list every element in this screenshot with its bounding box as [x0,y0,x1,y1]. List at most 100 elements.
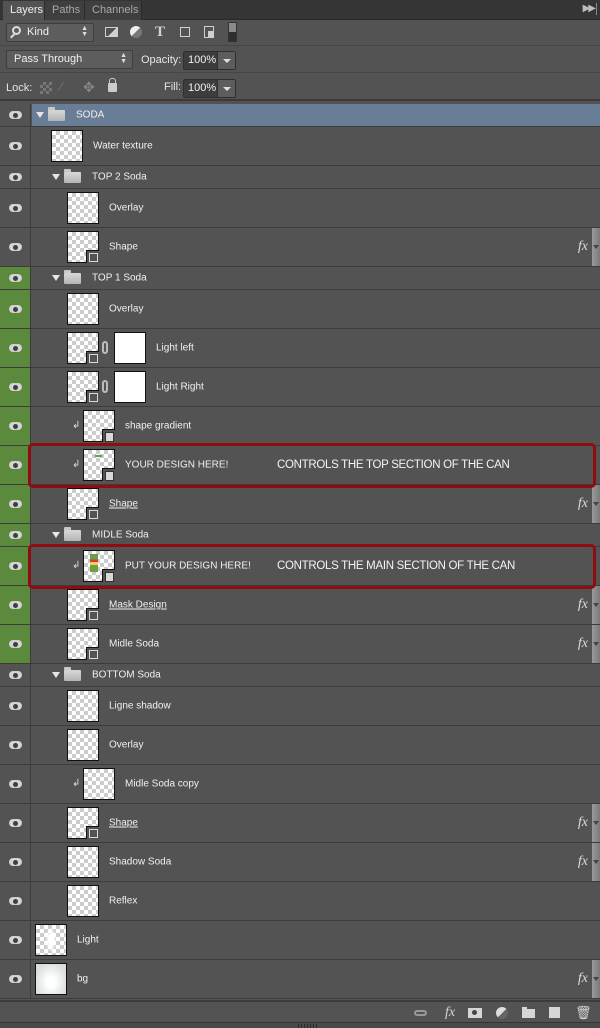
disclosure-triangle-icon[interactable] [52,532,60,538]
effects-expand-toggle[interactable] [592,228,600,266]
adjustment-layer-filter-icon[interactable] [128,24,144,40]
layer-name[interactable]: Shape [109,818,138,829]
fill-field[interactable]: 100% [183,79,236,98]
chevron-down-icon[interactable] [217,52,235,69]
layer-effects-icon[interactable]: fx [578,854,588,870]
visibility-toggle[interactable] [0,586,31,624]
tab-channels[interactable]: Channels [85,1,142,20]
layer-name[interactable]: TOP 1 Soda [92,273,147,284]
opacity-field[interactable]: 100% [183,51,236,70]
layer-row[interactable]: Light left [0,329,600,368]
layer-name[interactable]: TOP 2 Soda [92,172,147,183]
layer-name[interactable]: bg [77,974,88,985]
layer-group-row[interactable]: TOP 2 Soda [0,166,600,189]
new-adjustment-layer-icon[interactable] [496,1006,510,1020]
layer-row[interactable]: Ligne shadow [0,687,600,726]
visibility-toggle[interactable] [0,804,31,842]
add-layer-style-icon[interactable]: fx [441,1006,459,1020]
layer-name[interactable]: Light Right [156,382,204,393]
effects-expand-toggle[interactable] [592,586,600,624]
layer-row[interactable]: Light [0,921,600,960]
lock-all-icon[interactable] [108,78,117,92]
visibility-toggle[interactable] [0,228,31,266]
visibility-toggle[interactable] [0,664,31,686]
layer-name[interactable]: Mask Design [109,600,167,611]
visibility-toggle[interactable] [0,882,31,920]
layer-row[interactable]: ↲ YOUR DESIGN HERE! CONTROLS THE TOP SEC… [0,446,600,485]
layer-name[interactable]: Light [77,935,99,946]
visibility-toggle[interactable] [0,625,31,663]
layer-name[interactable]: Midle Soda copy [125,779,199,790]
layer-name[interactable]: PUT YOUR DESIGN HERE! [125,561,251,572]
disclosure-triangle-icon[interactable] [52,174,60,180]
visibility-toggle[interactable] [0,485,31,523]
resize-bar[interactable] [0,1022,600,1028]
layer-effects-icon[interactable]: fx [578,597,588,613]
visibility-toggle[interactable] [0,687,31,725]
mask-thumbnail[interactable] [114,371,146,403]
effects-expand-toggle[interactable] [592,960,600,998]
resize-grip-icon[interactable] [298,1024,318,1028]
layer-effects-icon[interactable]: fx [578,971,588,987]
visibility-toggle[interactable] [0,407,31,445]
layer-name[interactable]: shape gradient [125,421,191,432]
layer-name[interactable]: Overlay [109,740,143,751]
layer-name[interactable]: Midle Soda [109,639,159,650]
link-chain-icon[interactable] [102,341,108,354]
visibility-toggle[interactable] [0,166,31,188]
layer-group-row[interactable]: SODA [0,104,600,127]
layer-row[interactable]: Water texture [0,127,600,166]
add-mask-icon[interactable] [468,1006,482,1020]
layer-name[interactable]: Shape [109,242,138,253]
layer-effects-icon[interactable]: fx [578,496,588,512]
layer-name[interactable]: Shape [109,499,138,510]
layer-effects-icon[interactable]: fx [578,815,588,831]
layer-row[interactable]: Overlay [0,290,600,329]
layer-name[interactable]: Overlay [109,304,143,315]
layer-row[interactable]: ↲ PUT YOUR DESIGN HERE! CONTROLS THE MAI… [0,547,600,586]
chevron-down-icon[interactable] [217,80,235,97]
visibility-toggle[interactable] [0,524,31,546]
shape-layer-filter-icon[interactable] [177,24,193,40]
layer-name[interactable]: Overlay [109,203,143,214]
visibility-toggle[interactable] [0,765,31,803]
lock-transparent-pixels-icon[interactable] [40,82,52,94]
layer-effects-icon[interactable]: fx [578,239,588,255]
layer-row[interactable]: ↲ Midle Soda copy [0,765,600,804]
layer-name[interactable]: Reflex [109,896,137,907]
visibility-toggle[interactable] [0,960,31,998]
visibility-toggle[interactable] [0,446,31,484]
link-chain-icon[interactable] [102,380,108,393]
layer-row[interactable]: Reflex [0,882,600,921]
pixel-layer-filter-icon[interactable] [104,24,120,40]
layer-row[interactable]: Light Right [0,368,600,407]
layer-row[interactable]: Shape fx [0,228,600,267]
layer-row[interactable]: Overlay [0,189,600,228]
layer-name[interactable]: YOUR DESIGN HERE! [125,460,228,471]
visibility-toggle[interactable] [0,547,31,585]
layer-row[interactable]: Shape fx [0,485,600,524]
disclosure-triangle-icon[interactable] [52,275,60,281]
visibility-toggle[interactable] [0,189,31,227]
layer-name[interactable]: MIDLE Soda [92,530,149,541]
layer-name[interactable]: SODA [76,110,104,121]
smart-object-filter-icon[interactable] [201,24,217,40]
effects-expand-toggle[interactable] [592,843,600,881]
blend-mode-select[interactable]: Pass Through ▲ ▼ [6,50,133,69]
visibility-toggle[interactable] [0,267,31,289]
visibility-toggle[interactable] [0,127,31,165]
layer-row[interactable]: Mask Design fx [0,586,600,625]
layer-name[interactable]: Ligne shadow [109,701,171,712]
layer-row[interactable]: Midle Soda fx [0,625,600,664]
new-group-icon[interactable] [522,1006,536,1020]
layer-group-row[interactable]: MIDLE Soda [0,524,600,547]
effects-expand-toggle[interactable] [592,804,600,842]
visibility-toggle[interactable] [0,290,31,328]
lock-image-pixels-icon[interactable]: ⁄ [60,80,72,93]
visibility-toggle[interactable] [0,104,31,126]
double-chevron-right-icon[interactable]: ▶▶ [583,3,596,14]
layer-row[interactable]: bg fx [0,960,600,999]
layer-name[interactable]: Shadow Soda [109,857,171,868]
layer-row[interactable]: Shadow Soda fx [0,843,600,882]
layer-name[interactable]: Light left [156,343,194,354]
